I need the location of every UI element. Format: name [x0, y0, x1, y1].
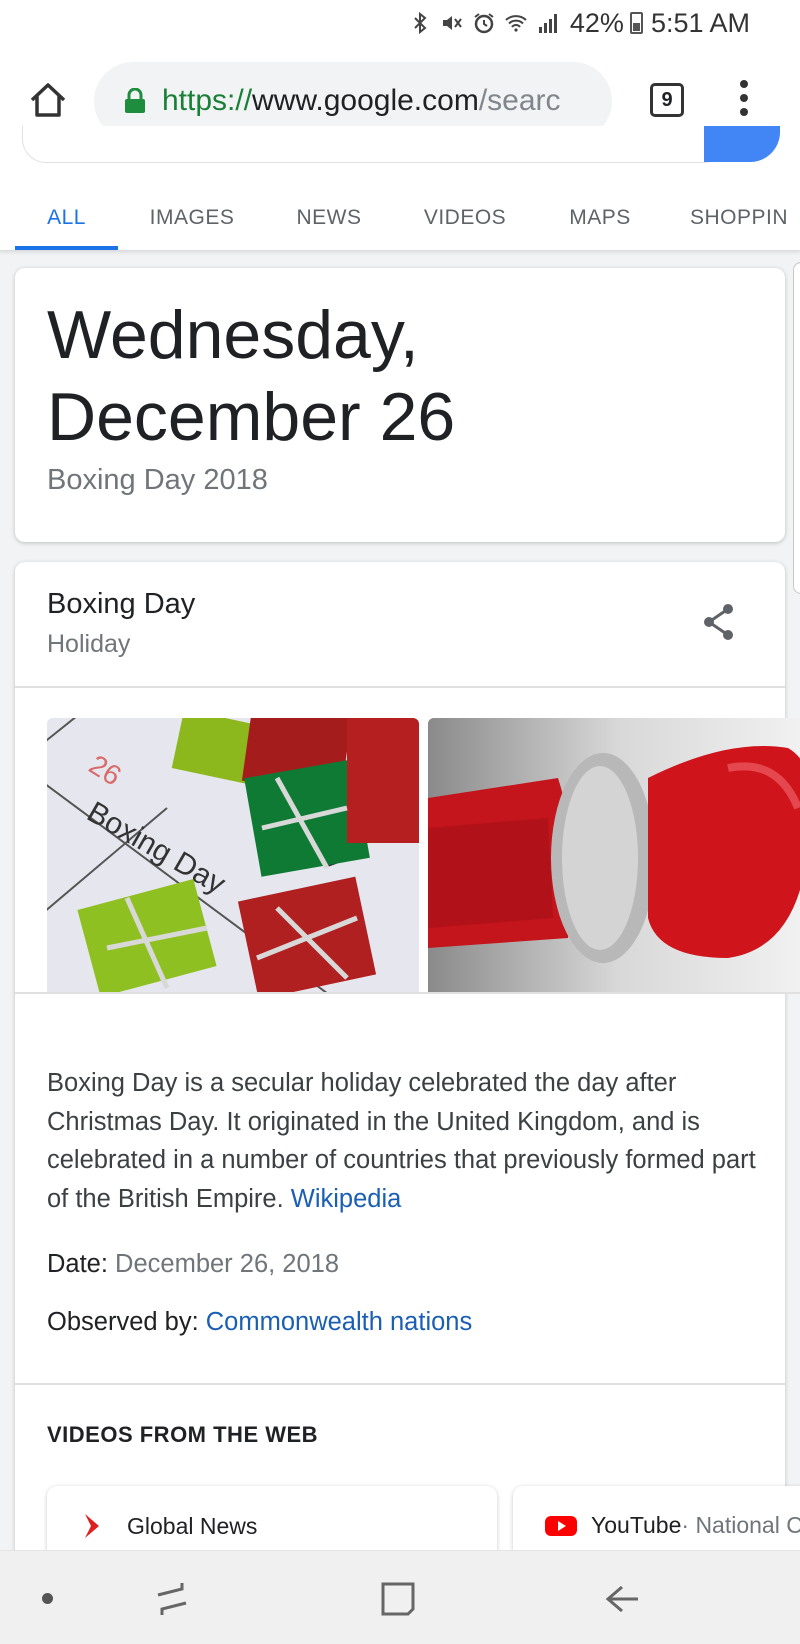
video-source-name: YouTube — [591, 1512, 682, 1538]
system-navigation-bar — [0, 1550, 800, 1644]
url-text: https://www.google.com/searc — [162, 84, 561, 118]
mute-icon — [442, 16, 462, 30]
tab-shopping[interactable]: SHOPPIN — [690, 186, 800, 250]
search-button-edge[interactable] — [704, 126, 780, 162]
video-source: YouTube · National C — [545, 1512, 800, 1539]
home-nav-icon[interactable] — [380, 1581, 416, 1617]
next-card-peek — [793, 262, 800, 594]
boxing-day-calendar-image[interactable]: 26 Boxing Day 27 — [47, 718, 419, 992]
wikipedia-link[interactable]: Wikipedia — [291, 1185, 402, 1213]
date-answer-subtitle: Boxing Day 2018 — [47, 464, 268, 496]
youtube-icon — [545, 1515, 577, 1536]
url-path: /searc — [478, 84, 561, 117]
bluetooth-icon — [414, 11, 427, 35]
battery-icon — [629, 12, 643, 34]
home-icon[interactable] — [26, 78, 70, 122]
image-carousel[interactable]: 26 Boxing Day 27 — [15, 688, 800, 994]
date-answer-card: Wednesday, December 26 Boxing Day 2018 — [15, 268, 785, 542]
tab-maps[interactable]: MAPS — [558, 186, 642, 250]
video-source: Global News — [79, 1512, 257, 1540]
share-icon[interactable] — [701, 602, 737, 642]
search-header: ALL IMAGES NEWS VIDEOS MAPS SHOPPIN — [0, 126, 800, 251]
video-source-name: Global News — [127, 1512, 258, 1539]
fact-date: Date: December 26, 2018 — [47, 1250, 339, 1279]
santa-glove-picture — [428, 718, 800, 992]
battery-percent: 42% — [569, 7, 624, 38]
video-channel-name: · National C — [681, 1512, 800, 1538]
screen: 42% 5:51 AM https://www.google.com/searc… — [0, 0, 800, 1644]
recent-apps-icon[interactable] — [154, 1581, 190, 1617]
knowledge-panel-header: Boxing Day Holiday — [15, 562, 785, 688]
back-icon[interactable] — [604, 1581, 640, 1617]
date-answer-line2: December 26 — [47, 379, 456, 455]
santa-boxing-glove-image[interactable] — [428, 718, 800, 992]
tab-switcher-button[interactable]: 9 — [650, 83, 684, 117]
videos-section-header: VIDEOS FROM THE WEB — [47, 1422, 319, 1447]
description-text: Boxing Day is a secular holiday celebrat… — [47, 1069, 756, 1213]
knowledge-panel-subtitle: Holiday — [47, 630, 131, 658]
url-host: www.google.com — [252, 84, 479, 117]
section-divider — [15, 1383, 785, 1385]
overflow-menu-icon[interactable] — [734, 80, 754, 120]
tab-images[interactable]: IMAGES — [138, 186, 246, 250]
url-scheme: https:// — [162, 84, 253, 117]
search-box-edge[interactable] — [22, 126, 728, 163]
lock-icon — [125, 88, 145, 113]
knowledge-panel-description: Boxing Day is a secular holiday celebrat… — [47, 1064, 767, 1218]
status-icons — [408, 11, 560, 35]
fact-date-value: December 26, 2018 — [115, 1250, 340, 1278]
wifi-icon — [505, 15, 527, 32]
global-news-icon — [85, 1514, 99, 1538]
nav-indicator-dot[interactable] — [42, 1593, 53, 1604]
fact-date-label: Date: — [47, 1250, 108, 1278]
tab-all[interactable]: ALL — [15, 186, 118, 250]
observed-by-link[interactable]: Commonwealth nations — [206, 1308, 472, 1336]
signal-icon — [538, 14, 557, 33]
clock: 5:51 AM — [650, 7, 750, 38]
tab-videos[interactable]: VIDEOS — [418, 186, 512, 250]
fact-observed-label: Observed by: — [47, 1308, 199, 1336]
knowledge-panel-title: Boxing Day — [47, 588, 196, 620]
calendar-gifts-picture: 26 Boxing Day 27 — [47, 718, 419, 992]
date-answer: Wednesday, December 26 — [47, 294, 647, 458]
alarm-icon — [474, 13, 494, 34]
tab-news[interactable]: NEWS — [288, 186, 370, 250]
search-tabs: ALL IMAGES NEWS VIDEOS MAPS SHOPPIN — [0, 186, 800, 250]
fact-observed-by: Observed by: Commonwealth nations — [47, 1308, 472, 1337]
date-answer-line1: Wednesday, — [47, 297, 419, 373]
status-bar: 42% 5:51 AM — [0, 0, 800, 46]
